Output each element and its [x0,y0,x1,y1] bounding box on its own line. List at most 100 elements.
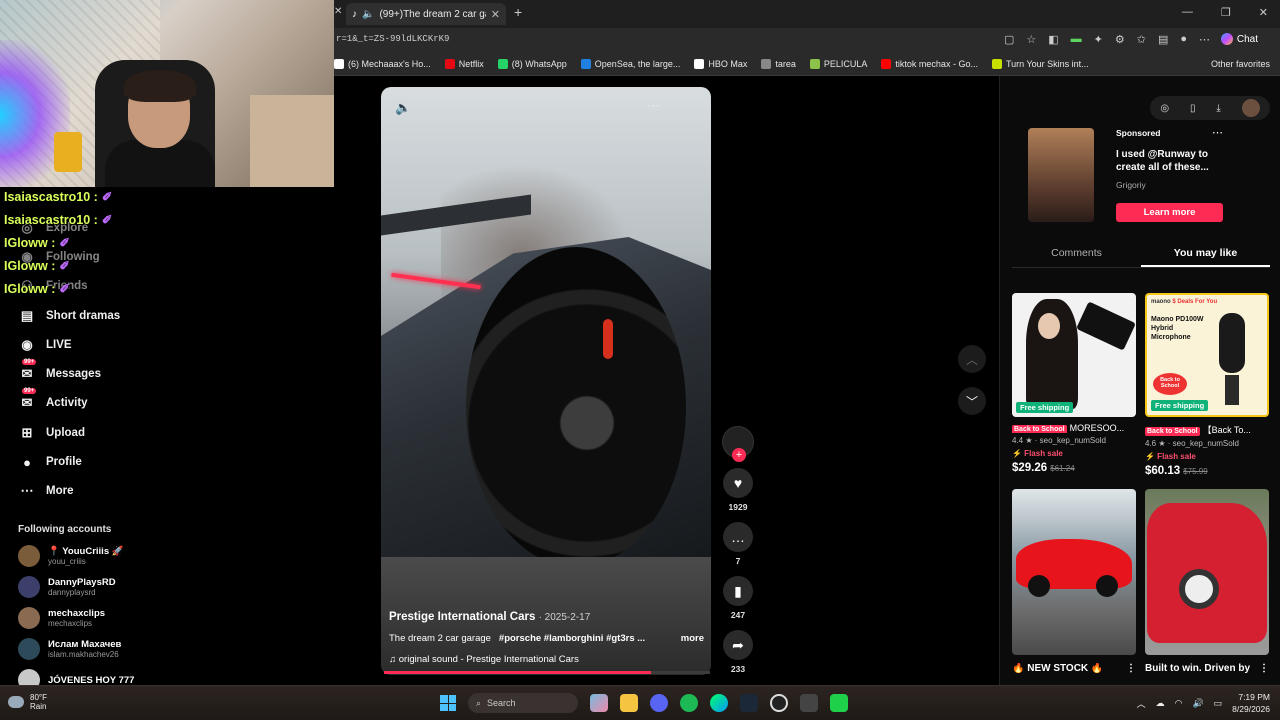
video-thumbnail[interactable] [1012,489,1136,655]
sidebar-item-more[interactable]: ⋯ More [18,482,74,500]
comment-button[interactable]: … 7 [720,522,756,566]
sidebar-item-profile[interactable]: ● Profile [18,453,82,471]
video-author[interactable]: Prestige International Cars [389,611,535,623]
windows-start-icon[interactable] [440,695,456,711]
video-thumbnail[interactable] [1145,489,1269,655]
menu-dots-icon[interactable]: ⋯ [1199,33,1210,46]
product-image[interactable]: maono $ Deals For You Maono PD100W Hybri… [1145,293,1269,417]
following-account[interactable]: Ислам Махачев islam.makhachev26 [18,638,121,660]
speaker-icon[interactable]: 🔈 [362,9,374,20]
kick-icon[interactable] [830,694,848,712]
app-icon[interactable] [800,694,818,712]
previous-video-icon[interactable]: ︿ [958,345,986,373]
product-image-brand: maono [1151,299,1171,305]
tab-you-may-like[interactable]: You may like [1141,242,1270,267]
avatar-icon[interactable]: ● [1180,33,1187,46]
collections-icon[interactable]: ▤ [1158,33,1168,46]
save-button[interactable]: ▮ 247 [720,576,756,620]
url-field[interactable]: r=1&_t=ZS-99ldLKCKrK9 [336,34,449,44]
tab-close-icon[interactable]: ✕ [491,8,500,21]
product-price: $29.26 [1012,462,1048,474]
following-account[interactable]: DannyPlaysRD dannyplaysrd [18,576,116,598]
widgets-app-icon[interactable] [590,694,608,712]
favorites-icon[interactable]: ✩ [1137,33,1146,46]
speaker-icon[interactable]: 🔊 [1192,698,1203,709]
bookmark-item[interactable]: OpenSea, the large... [580,58,680,69]
account-name: Ислам Махачев [48,639,122,650]
learn-more-button[interactable]: Learn more [1116,203,1223,222]
other-favorites[interactable]: Other favorites [1211,59,1270,69]
obs-icon[interactable] [770,694,788,712]
close-icon[interactable]: ✕ [334,6,342,17]
bookmark-item[interactable]: (8) WhatsApp [497,58,567,69]
volume-icon[interactable]: 🔈 [395,100,411,116]
recommended-video[interactable]: Built to win. Driven by ⋮ [1145,489,1269,674]
sidebar-item-live[interactable]: ◉ LIVE [18,336,71,354]
phone-icon[interactable]: ▯ [1190,103,1196,114]
download-icon[interactable]: ⤓ [1216,103,1220,114]
maximize-icon[interactable]: ❐ [1221,6,1231,19]
tab-comments[interactable]: Comments [1012,242,1141,267]
video-sound[interactable]: ♫ original sound - Prestige Internationa… [389,654,704,665]
next-video-icon[interactable]: ﹀ [958,387,986,415]
product-card[interactable]: maono $ Deals For You Maono PD100W Hybri… [1145,293,1269,477]
bookmark-item[interactable]: (6) Mechaaax's Ho... [334,58,431,69]
bookmark-item[interactable]: HBO Max [694,58,747,69]
following-account[interactable]: 📍 YouuCriiis 🚀 youu_criiis [18,545,124,567]
wifi-icon[interactable]: ◠ [1175,698,1183,709]
extension-icon[interactable]: ◧ [1048,33,1058,46]
share-button[interactable]: ➦ 233 [720,630,756,674]
browser-tab[interactable]: ♪ 🔈 (99+)The dream 2 car garage ✕ [346,3,506,25]
bookmark-item[interactable]: Netflix [444,58,484,69]
weather-widget[interactable]: 80°F Rain [8,693,47,711]
following-account[interactable]: mechaxclips mechaxclips [18,607,105,629]
sidebar-item-upload[interactable]: ⊞ Upload [18,424,85,442]
battery-icon[interactable]: ▭ [1214,698,1223,709]
video-hashtags[interactable]: #porsche #lamborghini #gt3rs ... [499,633,645,644]
discord-icon[interactable] [650,694,668,712]
product-image[interactable]: Free shipping [1012,293,1136,417]
ad-options-icon[interactable]: ⋯ [1212,126,1223,139]
sidebar-item-messages[interactable]: ✉ 99+ Messages [18,359,101,383]
chat-message: IGloww : ✐ [4,259,70,273]
clock[interactable]: 7:19 PM 8/29/2026 [1232,691,1270,715]
split-icon[interactable]: ⚙ [1115,33,1125,46]
user-avatar[interactable] [1241,99,1260,117]
ad-thumbnail[interactable] [1028,128,1094,222]
spotify-icon[interactable] [680,694,698,712]
bookmark-item[interactable]: PELICULA [809,58,867,69]
video-options-icon[interactable]: ⋯ [646,97,660,114]
sidebar-item-activity[interactable]: ✉ 99+ Activity [18,388,88,412]
battery-icon[interactable]: ▬ [1071,33,1082,46]
sidebar-item-short-dramas[interactable]: ▤ Short dramas [18,307,120,325]
cloud-icon[interactable]: ☁ [1156,698,1165,709]
reader-icon[interactable]: ▢ [1004,33,1014,46]
steam-icon[interactable] [740,694,758,712]
video-options-icon[interactable]: ⋮ [1126,663,1136,674]
chat-message: Isaiascastro10 : ✐ [4,213,113,227]
edge-icon[interactable] [710,694,728,712]
copilot-button[interactable]: Chat [1220,33,1258,45]
chevron-up-icon[interactable]: ︿ [1137,697,1146,710]
taskbar-search[interactable]: ⌕ Search [468,693,578,713]
creator-avatar[interactable]: + [722,426,754,462]
product-card[interactable]: Free shipping Back to School MORESOO... 4… [1012,293,1136,474]
sponsored-ad[interactable]: Sponsored ⋯ I used @Runway to create all… [1012,126,1270,224]
minimize-icon[interactable]: — [1182,6,1193,19]
bookmark-item[interactable]: tiktok mechax - Go... [881,58,978,69]
new-tab-icon[interactable]: + [514,4,522,20]
video-progress-bar[interactable] [384,671,710,674]
follow-plus-icon[interactable]: + [732,448,746,462]
video-player[interactable]: 🔈 ⋯ Prestige International Cars · 2025-2… [381,87,711,675]
recommended-video[interactable]: 🔥 NEW STOCK 🔥 ⋮ [1012,489,1136,674]
compass-icon[interactable]: ◎ [1160,103,1169,114]
video-options-icon[interactable]: ⋮ [1259,663,1269,674]
file-explorer-icon[interactable] [620,694,638,712]
puzzle-icon[interactable]: ✦ [1094,33,1103,46]
more-button[interactable]: more [681,633,704,644]
like-button[interactable]: ♥ 1929 [720,468,756,512]
window-close-icon[interactable]: ✕ [1259,6,1268,19]
bookmark-item[interactable]: tarea [761,58,796,69]
bookmark-item[interactable]: Turn Your Skins int... [991,58,1089,69]
favorite-star-icon[interactable]: ☆ [1026,33,1036,46]
